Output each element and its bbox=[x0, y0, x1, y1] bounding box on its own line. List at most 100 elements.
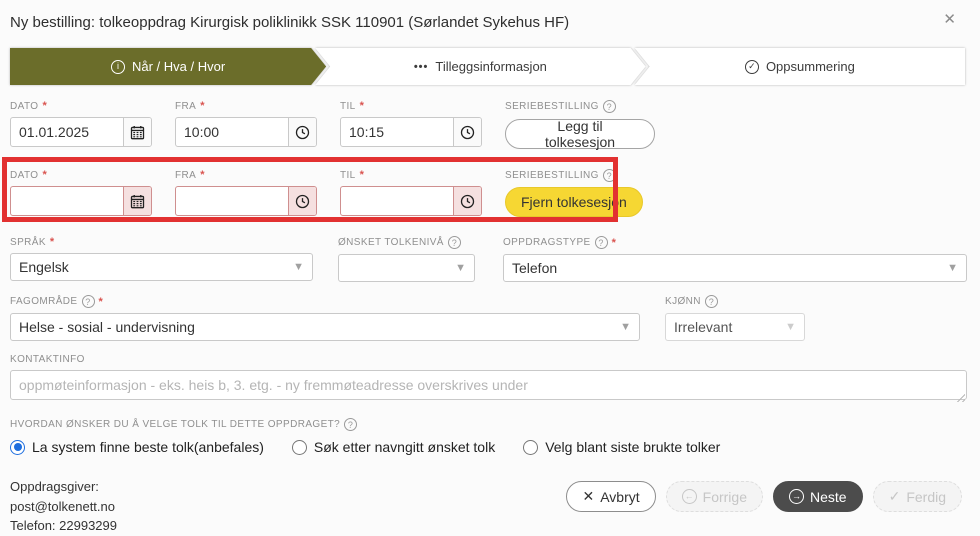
radio-label: La system finne beste tolk(anbefales) bbox=[32, 439, 264, 455]
date-field-group: DATO * bbox=[10, 169, 152, 216]
tolkeniva-select[interactable]: ▼ bbox=[338, 254, 475, 282]
help-icon[interactable]: ? bbox=[344, 418, 358, 431]
to-time-input[interactable] bbox=[341, 118, 453, 146]
step-label: Tilleggsinformasjon bbox=[435, 59, 547, 74]
calendar-icon[interactable] bbox=[123, 118, 151, 146]
from-input-group bbox=[175, 117, 317, 147]
required-asterisk: * bbox=[42, 100, 48, 112]
required-asterisk: * bbox=[200, 100, 205, 112]
radio-selected-icon[interactable] bbox=[10, 439, 25, 455]
arrow-left-icon: ← bbox=[681, 489, 697, 504]
step-wrap: ✓ Oppsummering bbox=[634, 48, 966, 85]
tolk-choice-row: HVORDAN ØNSKER DU Å VELGE TOLK TIL DETTE… bbox=[10, 418, 968, 455]
serie-group: SERIEBESTILLING? Fjern tolkesesjon bbox=[505, 169, 655, 217]
date-label: DATO * bbox=[10, 169, 48, 181]
step-tilleggsinformasjon[interactable]: ••• Tilleggsinformasjon bbox=[315, 48, 646, 85]
clock-icon[interactable] bbox=[453, 118, 481, 146]
date-field-group: DATO * bbox=[10, 100, 152, 147]
date-input-group bbox=[10, 186, 152, 216]
help-icon[interactable]: ? bbox=[447, 236, 461, 249]
oppdragstype-value: Telefon bbox=[512, 260, 558, 276]
help-icon[interactable]: ? bbox=[602, 169, 616, 182]
to-label: TIL * bbox=[340, 100, 365, 112]
step-label: Når / Hva / Hvor bbox=[131, 59, 226, 74]
step-label: Oppsummering bbox=[765, 59, 855, 74]
previous-button: ← Forrige bbox=[665, 481, 763, 512]
step-wrap: i Når / Hva / Hvor bbox=[10, 48, 326, 85]
tolk-choice-label: HVORDAN ØNSKER DU Å VELGE TOLK TIL DETTE… bbox=[10, 418, 968, 431]
chevron-down-icon: ▼ bbox=[293, 261, 304, 273]
oppdragsgiver-line: Oppdragsgiver: bbox=[10, 479, 99, 494]
calendar-icon[interactable] bbox=[123, 187, 151, 215]
titlebar: Ny bestilling: tolkeoppdrag Kirurgisk po… bbox=[10, 12, 968, 31]
step-oppsummering[interactable]: ✓ Oppsummering bbox=[634, 48, 966, 85]
session-row-2: DATO * FRA * TIL * SERIEBESTILLING ? Fje… bbox=[2, 157, 968, 222]
oppdragstype-label: OPPDRAGSTYPE? * bbox=[503, 236, 617, 249]
from-label: FRA * bbox=[175, 100, 205, 112]
to-time-input[interactable] bbox=[341, 187, 453, 215]
to-field-group: TIL * bbox=[340, 100, 482, 147]
kjonn-field-group: KJØNN? Irrelevant ▼ bbox=[665, 295, 805, 341]
finish-button: ✓ Ferdig bbox=[872, 481, 962, 512]
sprak-value: Engelsk bbox=[19, 259, 69, 275]
radio-option-system[interactable]: La system finne beste tolk(anbefales) bbox=[10, 439, 264, 455]
chevron-down-icon: ▼ bbox=[455, 262, 466, 274]
required-asterisk: * bbox=[42, 169, 48, 181]
next-button[interactable]: → Neste bbox=[773, 481, 863, 512]
radio-option-named[interactable]: Søk etter navngitt ønsket tolk bbox=[291, 439, 496, 455]
required-asterisk: * bbox=[611, 236, 617, 249]
to-input-group bbox=[340, 186, 482, 216]
sprak-field-group: SPRÅK * Engelsk ▼ bbox=[10, 236, 313, 281]
oppdragstype-select[interactable]: Telefon ▼ bbox=[503, 254, 967, 282]
clock-icon[interactable] bbox=[288, 187, 316, 215]
language-row: SPRÅK * Engelsk ▼ ØNSKET TOLKENIVÅ? ▼ OPP… bbox=[10, 236, 968, 282]
radio-icon[interactable] bbox=[291, 439, 307, 455]
from-time-input[interactable] bbox=[176, 187, 288, 215]
remove-session-button[interactable]: Fjern tolkesesjon bbox=[505, 187, 643, 217]
wizard-steps: i Når / Hva / Hvor ••• Tilleggsinformasj… bbox=[10, 48, 968, 85]
seriebestilling-label: SERIEBESTILLING? bbox=[505, 169, 655, 182]
date-label: DATO * bbox=[10, 100, 48, 112]
radio-label: Søk etter navngitt ønsket tolk bbox=[313, 439, 496, 455]
help-icon[interactable]: ? bbox=[602, 100, 616, 113]
to-input-group bbox=[340, 117, 482, 147]
fagomrade-label: FAGOMRÅDE? * bbox=[10, 295, 104, 308]
cancel-button[interactable]: ✕ Avbryt bbox=[566, 481, 656, 512]
step-wrap: ••• Tilleggsinformasjon bbox=[315, 48, 646, 85]
help-icon[interactable]: ? bbox=[81, 295, 95, 308]
kjonn-label: KJØNN? bbox=[665, 295, 805, 308]
add-session-button[interactable]: Legg til tolkesesjon bbox=[505, 118, 655, 150]
close-icon: ✕ bbox=[582, 488, 595, 504]
ellipsis-icon: ••• bbox=[413, 60, 429, 73]
date-input[interactable] bbox=[11, 187, 123, 215]
required-asterisk: * bbox=[49, 236, 55, 248]
step-nar-hva-hvor[interactable]: i Når / Hva / Hvor bbox=[10, 48, 326, 85]
required-asterisk: * bbox=[98, 295, 104, 308]
oppdragsgiver-phone: Telefon: 22993299 bbox=[10, 518, 117, 533]
kontaktinfo-textarea[interactable] bbox=[10, 370, 967, 400]
chevron-down-icon: ▼ bbox=[785, 321, 796, 333]
oppdragsgiver-email: post@tolkenett.no bbox=[10, 498, 115, 514]
radio-option-recent[interactable]: Velg blant siste brukte tolker bbox=[523, 439, 720, 455]
kjonn-select[interactable]: Irrelevant ▼ bbox=[665, 313, 805, 341]
kontaktinfo-row: KONTAKTINFO bbox=[10, 354, 968, 405]
serie-group: SERIEBESTILLING? Legg til tolkesesjon bbox=[505, 100, 655, 150]
fagomrade-select[interactable]: Helse - sosial - undervisning ▼ bbox=[10, 313, 640, 341]
help-icon[interactable]: ? bbox=[594, 236, 608, 249]
clock-icon[interactable] bbox=[453, 187, 481, 215]
sprak-select[interactable]: Engelsk ▼ bbox=[10, 253, 313, 281]
check-circle-icon: ✓ bbox=[744, 59, 759, 74]
close-icon[interactable]: ✕ bbox=[943, 12, 956, 27]
date-input-group bbox=[10, 117, 152, 147]
from-label: FRA * bbox=[175, 169, 205, 181]
help-icon[interactable]: ? bbox=[704, 295, 718, 308]
tolkeniva-label: ØNSKET TOLKENIVÅ? bbox=[338, 236, 475, 249]
date-input[interactable] bbox=[11, 118, 123, 146]
required-asterisk: * bbox=[359, 169, 365, 181]
from-time-input[interactable] bbox=[176, 118, 288, 146]
subject-row: FAGOMRÅDE? * Helse - sosial - undervisnin… bbox=[10, 295, 968, 341]
clock-icon[interactable] bbox=[288, 118, 316, 146]
radio-icon[interactable] bbox=[523, 439, 539, 455]
session-row-1: DATO* FRA* TIL* bbox=[10, 100, 968, 150]
oppdragstype-field-group: OPPDRAGSTYPE? * Telefon ▼ bbox=[503, 236, 967, 282]
